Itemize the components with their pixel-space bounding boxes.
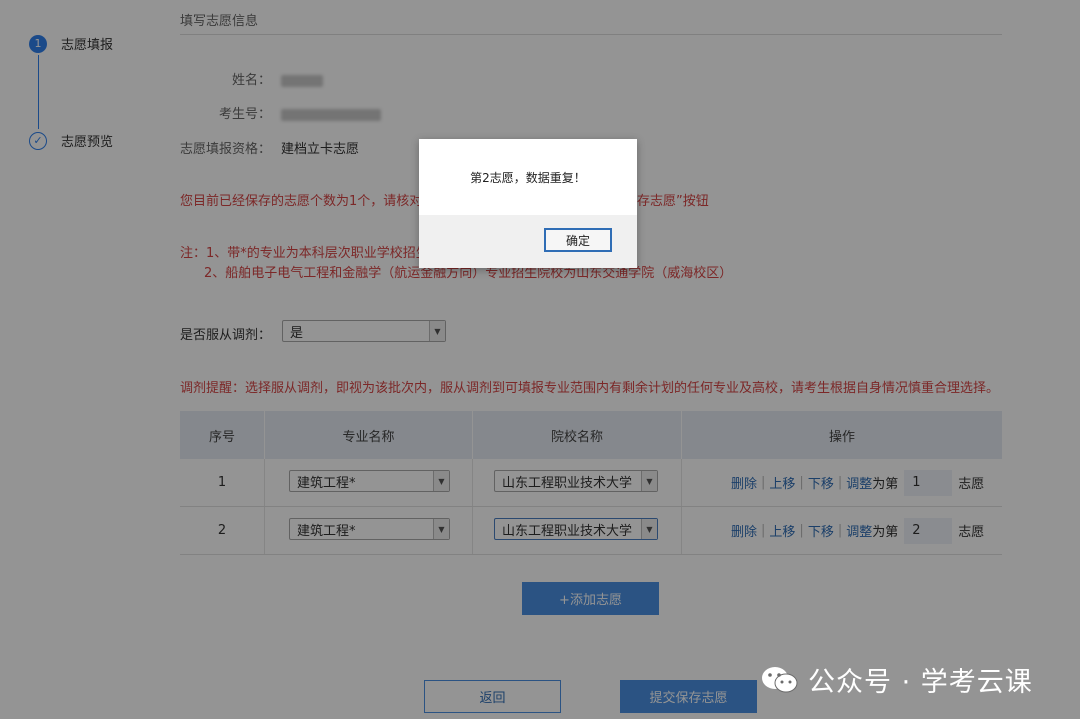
watermark-text: 公众号 · 学考云课 [808,667,1033,698]
dialog-message: 第2志愿，数据重复！ [470,170,586,185]
page: 1 志愿填报 ✓ 志愿预览 填写志愿信息 姓名： 考生号： 志愿填报资格： 建档立… [0,0,1080,719]
dialog-footer: 确定 [419,215,637,268]
alert-dialog: 第2志愿，数据重复！ 确定 [419,139,637,268]
wechat-icon [762,666,798,692]
watermark: 公众号 · 学考云课 [760,660,1033,699]
modal-overlay [0,0,1080,719]
ok-button[interactable]: 确定 [544,228,612,252]
